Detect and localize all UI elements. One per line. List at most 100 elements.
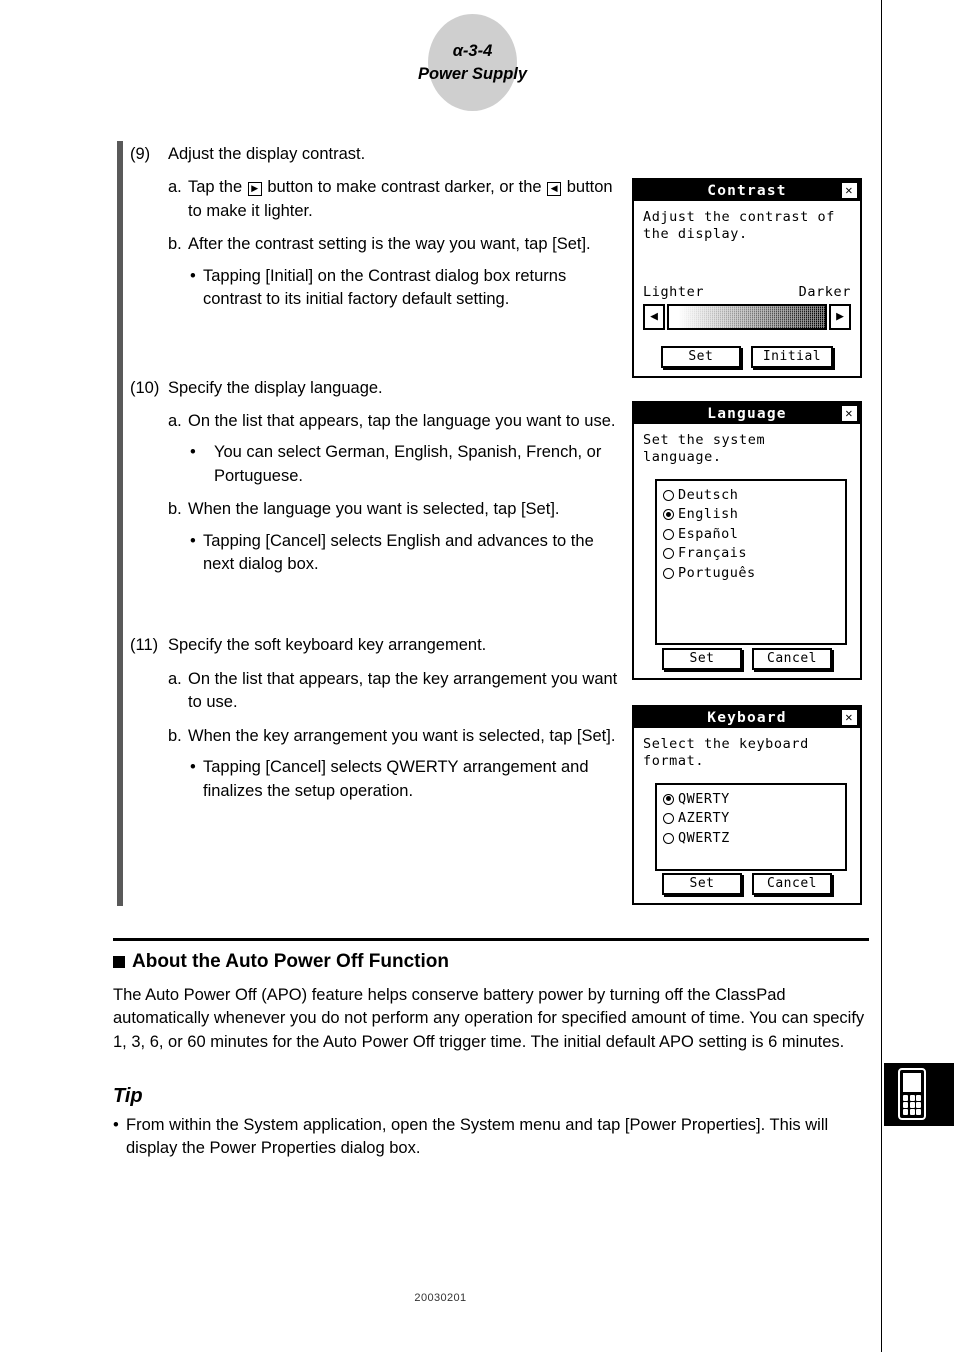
- keyboard-option-qwertz[interactable]: QWERTZ: [663, 829, 839, 849]
- left-arrow-key-icon: ◀: [547, 182, 562, 197]
- language-dialog: Language ✕ Set the system language. Deut…: [632, 401, 862, 680]
- contrast-set-button[interactable]: Set: [660, 346, 741, 368]
- change-bar: [117, 141, 123, 906]
- keyboard-option-list[interactable]: QWERTY AZERTY QWERTZ: [655, 782, 847, 871]
- contrast-slider-track[interactable]: [667, 303, 827, 330]
- language-option-francais[interactable]: Français: [663, 544, 839, 564]
- tip-body: • From within the System application, op…: [113, 1114, 865, 1161]
- language-dialog-titlebar: Language ✕: [634, 403, 860, 424]
- language-option-list[interactable]: Deutsch English Español Français Portugu…: [655, 478, 847, 645]
- language-set-button[interactable]: Set: [662, 648, 742, 670]
- contrast-dialog-title: Contrast: [707, 182, 787, 199]
- chapter-thumb-tab: [884, 1063, 954, 1126]
- step-11-heading: (11) Specify the soft keyboard key arran…: [130, 634, 620, 657]
- close-icon[interactable]: ✕: [842, 710, 857, 725]
- language-option-espanol[interactable]: Español: [663, 525, 839, 545]
- radio-icon[interactable]: [663, 528, 674, 540]
- tip-body-text: From within the System application, open…: [126, 1116, 829, 1158]
- radio-icon[interactable]: [663, 548, 674, 560]
- close-icon[interactable]: ✕: [842, 406, 857, 421]
- contrast-slider[interactable]: ◀ ▶: [643, 303, 851, 330]
- radio-icon[interactable]: [663, 793, 674, 805]
- classpad-screen-shape: [903, 1073, 921, 1092]
- step-11-item-a-marker: a.: [168, 669, 182, 688]
- language-dialog-description: Set the system language.: [643, 432, 766, 466]
- language-option-deutsch[interactable]: Deutsch: [663, 486, 839, 506]
- keyboard-option-qwerty[interactable]: QWERTY: [663, 790, 839, 810]
- classpad-keys-shape: [903, 1095, 921, 1115]
- language-option-english-label: English: [678, 506, 739, 523]
- page-header-badge: α-3-4 Power Supply: [418, 14, 527, 111]
- step-10-note-2: • Tapping [Cancel] selects English and a…: [130, 530, 620, 577]
- radio-icon[interactable]: [663, 567, 674, 579]
- language-option-deutsch-label: Deutsch: [678, 486, 739, 503]
- language-dialog-title: Language: [707, 405, 787, 422]
- close-icon[interactable]: ✕: [842, 183, 857, 198]
- procedure-steps: (9) Adjust the display contrast. a. Tap …: [130, 143, 620, 803]
- language-option-portugues-label: Português: [678, 564, 756, 581]
- tip-heading: Tip: [113, 1085, 143, 1107]
- bullet-square-icon: [113, 956, 125, 968]
- step-9-item-b-text: After the contrast setting is the way yo…: [188, 235, 591, 254]
- step-11-note-1-marker: •: [190, 758, 196, 777]
- step-11-number: (11): [130, 636, 159, 655]
- step-9-heading: (9) Adjust the display contrast.: [130, 143, 620, 166]
- step-10-item-b: b. When the language you want is selecte…: [130, 498, 620, 521]
- step-9: (9) Adjust the display contrast. a. Tap …: [130, 143, 620, 312]
- radio-icon[interactable]: [663, 489, 674, 501]
- apo-section-heading: About the Auto Power Off Function: [113, 951, 449, 973]
- keyboard-option-qwerty-label: QWERTY: [678, 790, 730, 807]
- step-9-item-a-text-middle: button to make contrast darker, or the: [267, 178, 542, 197]
- radio-icon[interactable]: [663, 509, 674, 521]
- contrast-left-arrow-button[interactable]: ◀: [643, 303, 665, 330]
- step-11-title: Specify the soft keyboard key arrangemen…: [168, 636, 487, 655]
- step-9-item-a-marker: a.: [168, 178, 182, 197]
- language-option-english[interactable]: English: [663, 505, 839, 525]
- section-code: α-3-4: [452, 42, 493, 61]
- step-11-item-a-text: On the list that appears, tap the key ar…: [188, 669, 618, 712]
- step-10-heading: (10) Specify the display language.: [130, 377, 620, 400]
- keyboard-option-azerty-label: AZERTY: [678, 810, 730, 827]
- language-option-francais-label: Français: [678, 545, 748, 562]
- contrast-dialog-description: Adjust the contrast of the display.: [643, 209, 836, 243]
- step-9-item-a-text: Tap the ▶ button to make contrast darker…: [188, 176, 620, 223]
- language-dialog-buttons: Set Cancel: [634, 648, 860, 670]
- step-11-note-1: • Tapping [Cancel] selects QWERTY arrang…: [130, 756, 620, 803]
- language-option-portugues[interactable]: Português: [663, 564, 839, 584]
- step-9-item-a-text-before: Tap the: [188, 178, 243, 197]
- radio-icon[interactable]: [663, 813, 674, 825]
- contrast-dialog: Contrast ✕ Adjust the contrast of the di…: [632, 178, 862, 378]
- step-9-note-1-marker: •: [190, 266, 196, 285]
- contrast-initial-button[interactable]: Initial: [750, 346, 834, 368]
- step-10-item-b-marker: b.: [168, 500, 182, 519]
- keyboard-option-qwertz-label: QWERTZ: [678, 829, 730, 846]
- keyboard-option-azerty[interactable]: AZERTY: [663, 809, 839, 829]
- section-divider: [113, 938, 869, 941]
- contrast-right-arrow-button[interactable]: ▶: [829, 303, 851, 330]
- keyboard-set-button[interactable]: Set: [662, 873, 742, 895]
- step-9-item-b-marker: b.: [168, 235, 182, 254]
- step-10-note-1: • You can select German, English, Spanis…: [130, 441, 620, 488]
- radio-icon[interactable]: [663, 832, 674, 844]
- step-10-number: (10): [130, 378, 160, 397]
- step-10: (10) Specify the display language. a. On…: [130, 377, 620, 577]
- keyboard-dialog-body: Select the keyboard format. QWERTY AZERT…: [634, 728, 860, 903]
- right-arrow-key-icon: ▶: [247, 182, 262, 197]
- contrast-label-darker: Darker: [798, 283, 851, 300]
- step-10-note-2-text: Tapping [Cancel] selects English and adv…: [203, 531, 594, 574]
- step-9-note-1-text: Tapping [Initial] on the Contrast dialog…: [203, 266, 567, 309]
- step-10-title: Specify the display language.: [168, 378, 383, 397]
- step-11: (11) Specify the soft keyboard key arran…: [130, 634, 620, 803]
- step-11-item-b: b. When the key arrangement you want is …: [130, 725, 620, 748]
- step-11-note-1-text: Tapping [Cancel] selects QWERTY arrangem…: [203, 758, 589, 800]
- classpad-device-icon: [898, 1068, 926, 1120]
- step-10-note-1-marker: •: [190, 443, 196, 462]
- step-9-item-b: b. After the contrast setting is the way…: [130, 233, 620, 256]
- step-11-item-b-text: When the key arrangement you want is sel…: [188, 726, 616, 745]
- language-cancel-button[interactable]: Cancel: [752, 648, 832, 670]
- keyboard-cancel-button[interactable]: Cancel: [752, 873, 832, 895]
- step-9-note-1: • Tapping [Initial] on the Contrast dial…: [130, 265, 620, 312]
- step-10-item-b-text: When the language you want is selected, …: [188, 500, 560, 519]
- contrast-dialog-titlebar: Contrast ✕: [634, 180, 860, 201]
- keyboard-dialog: Keyboard ✕ Select the keyboard format. Q…: [632, 705, 862, 905]
